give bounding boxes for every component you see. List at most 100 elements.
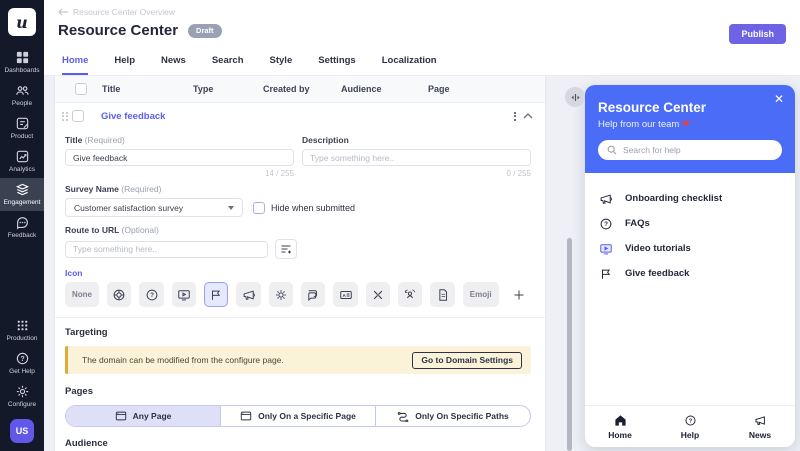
chat-bubbles-icon[interactable] <box>301 282 325 307</box>
back-arrow-icon <box>58 8 68 16</box>
flag-icon[interactable] <box>204 282 228 307</box>
sidebar-item-production[interactable]: Production <box>0 314 44 347</box>
svg-text:?: ? <box>150 292 154 299</box>
module-form: Title (Required) Give feedback 14 / 255 … <box>55 129 545 451</box>
heart-emoji: ❤ <box>682 119 690 130</box>
drag-handle-icon[interactable] <box>62 112 72 121</box>
question-circle-icon: ? <box>599 217 613 231</box>
warning-text: The domain can be modified from the conf… <box>82 355 284 365</box>
tab-settings[interactable]: Settings <box>318 55 355 75</box>
app-window: Resource Center Overview Resource Center… <box>0 0 800 451</box>
section-divider <box>55 317 545 318</box>
sidebar-item-product[interactable]: Product <box>0 112 44 145</box>
dashboards-grid-icon <box>15 50 30 65</box>
close-icon[interactable]: ✕ <box>774 93 784 105</box>
status-badge: Draft <box>188 24 222 38</box>
user-arrows-icon[interactable] <box>398 282 422 307</box>
title-field-label: Title <box>65 135 82 145</box>
tab-search[interactable]: Search <box>212 55 244 75</box>
select-caret-icon <box>228 206 234 210</box>
hide-when-submitted-checkbox[interactable] <box>253 202 265 214</box>
preview-nav-help[interactable]: ? Help <box>655 406 725 447</box>
title-input[interactable]: Give feedback <box>65 149 294 166</box>
id-card-icon[interactable]: A <box>333 282 357 307</box>
resource-center-editor: Title Type Created by Audience Page Give… <box>54 76 546 451</box>
add-icon-button[interactable] <box>507 282 531 307</box>
preview-nav-news[interactable]: News <box>725 406 795 447</box>
app-logo[interactable]: u <box>8 8 36 36</box>
breadcrumb[interactable]: Resource Center Overview <box>58 7 175 17</box>
route-icon <box>397 410 409 422</box>
tab-home[interactable]: Home <box>62 55 88 75</box>
survey-select[interactable]: Customer satisfaction survey <box>65 198 243 217</box>
tab-news[interactable]: News <box>161 55 186 75</box>
question-circle-icon[interactable]: ? <box>139 282 163 307</box>
people-icon <box>15 83 30 98</box>
svg-text:?: ? <box>20 356 24 363</box>
preview-subtitle: Help from our team <box>598 119 679 130</box>
route-url-label: Route to URL <box>65 225 119 235</box>
preview-header: ✕ Resource Center Help from our team ❤ S… <box>585 85 795 173</box>
megaphone-icon[interactable] <box>236 282 260 307</box>
svg-text:?: ? <box>604 221 608 228</box>
preview-bottom-nav: Home ? Help News <box>585 405 795 447</box>
preview-module-list: Onboarding checklist ? FAQs Video tutori… <box>585 173 795 405</box>
collapse-chevron-icon[interactable] <box>523 113 533 119</box>
user-avatar[interactable]: US <box>10 419 34 443</box>
analytics-icon <box>15 149 30 164</box>
tab-style[interactable]: Style <box>270 55 293 75</box>
sidebar-item-get-help[interactable]: ? Get Help <box>0 347 44 380</box>
resource-center-preview: ✕ Resource Center Help from our team ❤ S… <box>585 85 795 447</box>
preview-item-faqs[interactable]: ? FAQs <box>599 211 781 236</box>
pages-heading: Pages <box>65 386 531 397</box>
kebab-menu-icon[interactable] <box>507 112 523 121</box>
vertical-scrollbar[interactable] <box>567 238 572 451</box>
icon-section-label: Icon <box>65 268 531 278</box>
column-page: Page <box>428 84 545 94</box>
add-route-button[interactable] <box>275 239 297 259</box>
pages-option-specific-page[interactable]: Only On a Specific Page <box>221 406 376 426</box>
sidebar-item-engagement[interactable]: Engagement <box>0 178 44 211</box>
go-to-domain-settings-button[interactable]: Go to Domain Settings <box>412 352 522 369</box>
pages-option-specific-paths[interactable]: Only On Specific Paths <box>376 406 530 426</box>
sidebar-item-analytics[interactable]: Analytics <box>0 145 44 178</box>
column-created-by: Created by <box>263 84 341 94</box>
row-checkbox[interactable] <box>72 110 84 122</box>
product-icon <box>15 116 30 131</box>
publish-button[interactable]: Publish <box>729 24 786 44</box>
help-circle-icon: ? <box>15 351 30 366</box>
tab-localization[interactable]: Localization <box>382 55 437 75</box>
description-input[interactable]: Type something here.. <box>302 149 531 166</box>
document-icon[interactable] <box>430 282 454 307</box>
column-type: Type <box>193 84 263 94</box>
route-url-input[interactable]: Type something here.. <box>65 241 268 258</box>
plus-icon <box>512 288 526 302</box>
preview-item-video-tutorials[interactable]: Video tutorials <box>599 236 781 261</box>
title-char-counter: 14 / 255 <box>65 169 294 178</box>
sidebar-item-people[interactable]: People <box>0 79 44 112</box>
feedback-bubble-icon <box>15 215 30 230</box>
gear-small-icon[interactable] <box>269 282 293 307</box>
flag-icon <box>599 267 613 281</box>
preview-nav-home[interactable]: Home <box>585 406 655 447</box>
preview-item-onboarding-checklist[interactable]: Onboarding checklist <box>599 186 781 211</box>
select-all-checkbox[interactable] <box>75 83 87 95</box>
lifebuoy-icon[interactable] <box>107 282 131 307</box>
icon-option-emoji[interactable]: Emoji <box>463 282 499 307</box>
megaphone-icon <box>754 414 767 427</box>
sidebar-item-configure[interactable]: Configure <box>0 380 44 413</box>
pages-option-any-page[interactable]: Any Page <box>66 406 221 426</box>
preview-search-input[interactable]: Search for help <box>598 140 782 160</box>
icon-option-none[interactable]: None <box>65 282 99 307</box>
tab-help[interactable]: Help <box>114 55 135 75</box>
preview-item-give-feedback[interactable]: Give feedback <box>599 261 781 286</box>
list-add-icon <box>280 243 292 255</box>
sidebar-item-dashboards[interactable]: Dashboards <box>0 46 44 79</box>
app-sidebar: u Dashboards People Product Analytics En… <box>0 0 44 451</box>
panel-resize-handle[interactable] <box>565 87 585 107</box>
survey-name-label: Survey Name <box>65 184 119 194</box>
row-title-link[interactable]: Give feedback <box>101 111 507 122</box>
cross-icon[interactable] <box>366 282 390 307</box>
video-icon[interactable] <box>172 282 196 307</box>
sidebar-item-feedback[interactable]: Feedback <box>0 211 44 244</box>
